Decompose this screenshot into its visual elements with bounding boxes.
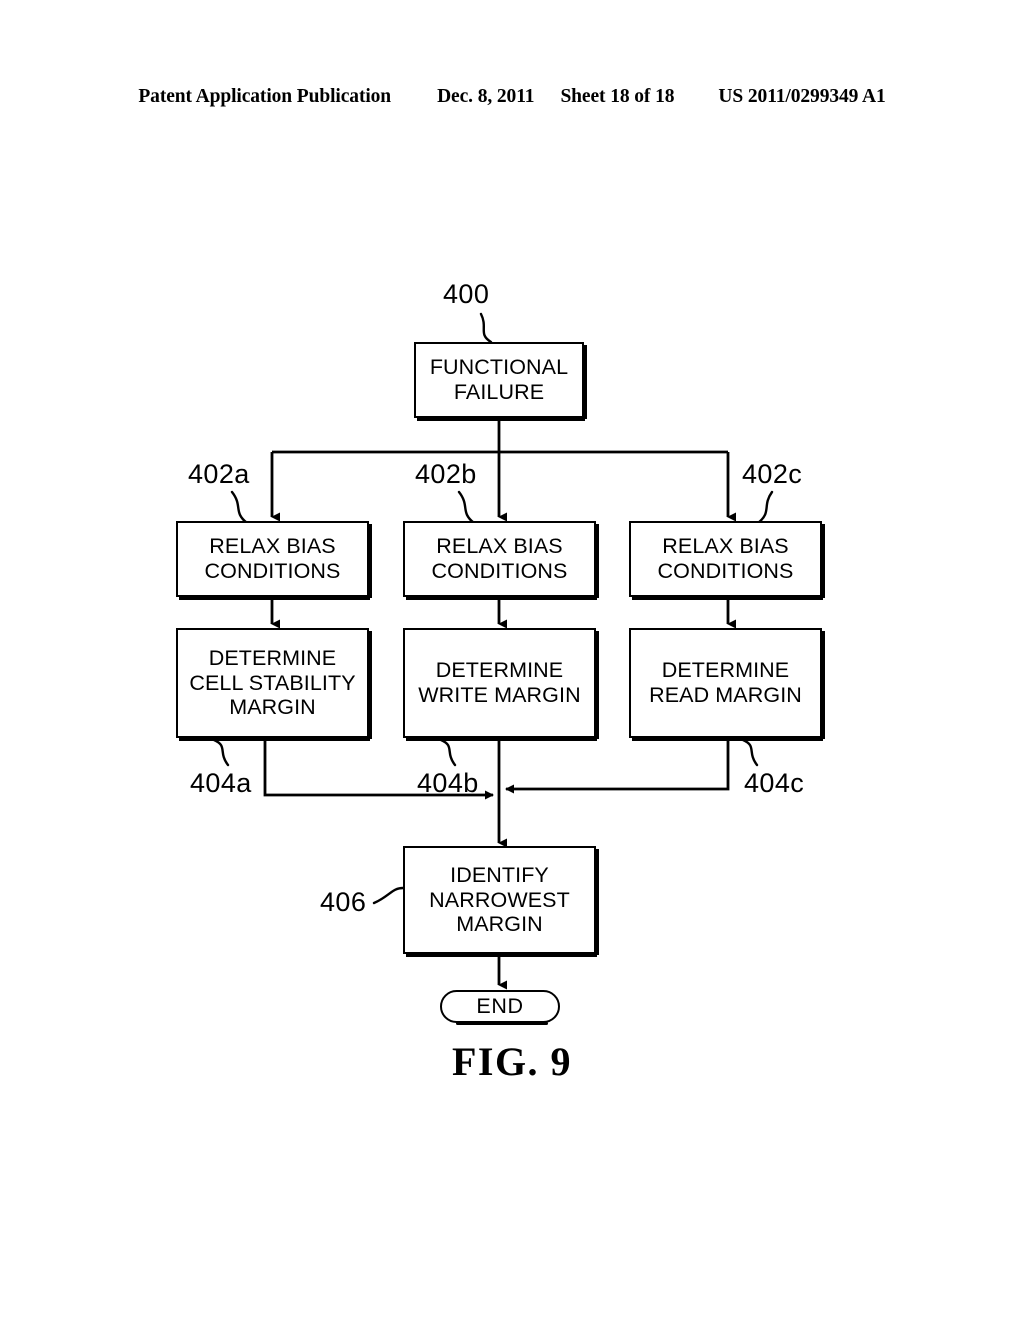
ref-numeral-406: 406 <box>320 887 367 917</box>
node-determine-cell-stability-margin-label: DETERMINE CELL STABILITY MARGIN <box>189 645 356 720</box>
ref-numeral-404c: 404c <box>744 768 805 798</box>
ref-numeral-404a: 404a <box>190 768 252 798</box>
node-determine-read-margin[interactable]: DETERMINE READ MARGIN <box>629 628 825 741</box>
ref-numeral-402c: 402c <box>742 459 803 489</box>
node-relax-bias-conditions-b-label: RELAX BIAS CONDITIONS <box>431 534 568 583</box>
node-end-terminator[interactable]: END <box>440 990 560 1025</box>
node-determine-read-margin-label: DETERMINE READ MARGIN <box>649 658 802 707</box>
node-end-label: END <box>476 994 524 1018</box>
node-relax-bias-conditions-c-label: RELAX BIAS CONDITIONS <box>657 534 794 583</box>
node-functional-failure-label: FUNCTIONAL FAILURE <box>429 355 569 404</box>
node-identify-narrowest-margin-label: IDENTIFY NARROWEST MARGIN <box>429 862 570 937</box>
leader-404c-left <box>439 738 457 767</box>
node-relax-bias-conditions-a-label: RELAX BIAS CONDITIONS <box>204 534 341 583</box>
ref-numeral-400: 400 <box>443 279 490 309</box>
leader-402c <box>756 490 774 525</box>
figure-9-flowchart: FUNCTIONAL FAILURE RELAX BIAS CONDITIONS… <box>0 0 1024 1320</box>
ref-numeral-402b: 402b <box>415 459 477 489</box>
ref-numeral-402a: 402a <box>188 459 250 489</box>
node-functional-failure[interactable]: FUNCTIONAL FAILURE <box>414 342 587 421</box>
leader-406 <box>372 886 405 905</box>
node-relax-bias-conditions-a[interactable]: RELAX BIAS CONDITIONS <box>176 521 372 600</box>
leader-404a <box>212 738 230 767</box>
leader-404c <box>741 738 759 767</box>
figure-caption: FIG. 9 <box>451 1039 573 1084</box>
node-relax-bias-conditions-b[interactable]: RELAX BIAS CONDITIONS <box>403 521 599 600</box>
node-relax-bias-conditions-c[interactable]: RELAX BIAS CONDITIONS <box>629 521 825 600</box>
leader-402a <box>230 490 249 525</box>
node-determine-write-margin-label: DETERMINE WRITE MARGIN <box>418 658 581 707</box>
node-determine-write-margin[interactable]: DETERMINE WRITE MARGIN <box>403 628 599 741</box>
node-determine-cell-stability-margin[interactable]: DETERMINE CELL STABILITY MARGIN <box>176 628 372 741</box>
leader-400 <box>479 312 493 344</box>
edge-404c-to-merge <box>505 740 730 794</box>
node-identify-narrowest-margin[interactable]: IDENTIFY NARROWEST MARGIN <box>403 846 599 957</box>
ref-numeral-404b: 404b <box>417 768 479 798</box>
leader-402b <box>457 490 476 525</box>
